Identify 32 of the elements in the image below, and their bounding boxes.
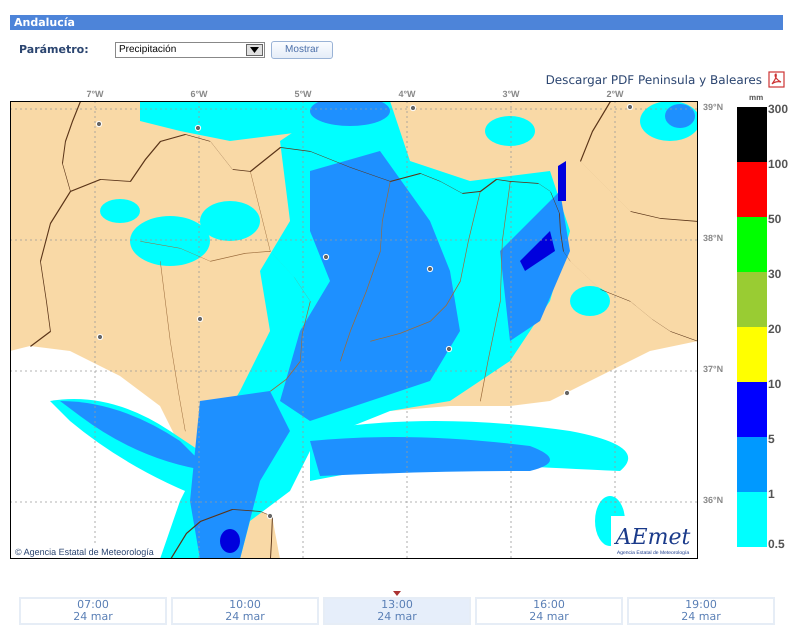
legend-label: 100 (768, 158, 788, 173)
longitude-label: 2°W (605, 89, 625, 99)
longitude-label: 7°W (85, 89, 105, 99)
legend-label: 30 (768, 268, 782, 283)
show-button[interactable]: Mostrar (271, 40, 333, 58)
legend-label: 0.5 (768, 538, 786, 551)
time-tab[interactable]: 16:00 24 mar (475, 597, 623, 625)
logo-wordmark: AEmet (616, 526, 690, 550)
pdf-icon[interactable] (768, 71, 785, 88)
latitude-label: 36°N (703, 495, 724, 505)
time-tab[interactable]: 10:00 24 mar (171, 597, 319, 625)
longitude-label: 3°W (501, 89, 521, 99)
time-tab[interactable]: 19:00 24 mar (627, 597, 775, 625)
latitude-label: 38°N (703, 233, 724, 243)
longitude-label: 5°W (293, 89, 313, 99)
panel-title: Andalucía (14, 16, 75, 29)
legend-unit: mm (749, 93, 764, 103)
time-tab[interactable]: 07:00 24 mar (19, 597, 167, 625)
legend-label: 20 (768, 323, 782, 338)
legend-label: 10 (768, 378, 782, 393)
longitude-label: 4°W (397, 89, 417, 99)
legend-label: 50 (768, 213, 782, 228)
parameter-select[interactable]: Precipitación (115, 42, 265, 58)
parameter-label: Parámetro: (19, 43, 90, 56)
time-tab[interactable]: 13:00 24 mar (323, 597, 471, 625)
longitude-label: 6°W (189, 89, 209, 99)
download-pdf-link[interactable]: Descargar PDF Peninsula y Baleares (546, 72, 762, 86)
latitude-label: 37°N (703, 364, 724, 374)
copyright-notice: © Agencia Estatal de Meteorología (12, 546, 157, 558)
legend-label: 5 (768, 433, 775, 448)
latitude-label: 39°N (703, 102, 724, 112)
legend-label: 300 (768, 103, 788, 118)
